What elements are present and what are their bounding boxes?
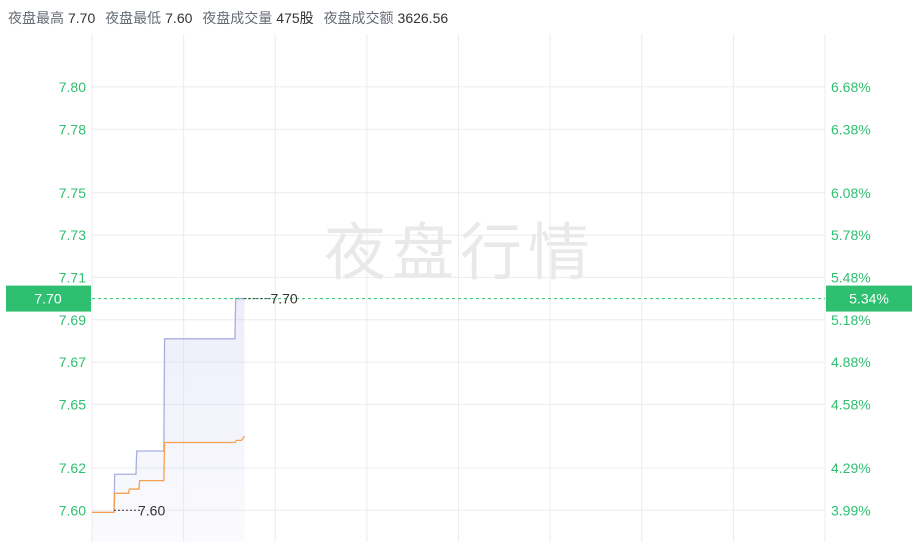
left-axis-tick-1: 7.78 [59,121,86,137]
right-axis-tick-0: 6.68% [831,79,871,95]
right-axis-tick-1: 6.38% [831,121,871,137]
right-axis-tick-7: 4.58% [831,396,871,412]
series-group [92,297,245,542]
left-axis-tick-4: 7.71 [59,269,86,285]
right-axis-tick-5: 5.18% [831,312,871,328]
right-axis-tick-8: 4.29% [831,460,871,476]
watermark-text: 夜盘行情 [324,216,596,289]
left-axis-tick-7: 7.65 [59,396,86,412]
intraday-chart[interactable]: 夜盘行情 7.80 7.78 7.75 7.73 7.71 7.69 7.67 7.65 7.6… [0,0,914,548]
low-annotation-label: 7.60 [138,502,165,518]
left-axis-tick-2: 7.75 [59,185,86,201]
current-price-tag-left-text: 7.70 [34,291,61,307]
left-axis-tick-8: 7.62 [59,460,86,476]
right-axis-tick-2: 6.08% [831,185,871,201]
right-axis-tick-3: 5.78% [831,227,871,243]
left-axis-tick-3: 7.73 [59,227,86,243]
right-axis-tick-9: 3.99% [831,502,871,518]
left-axis-tick-5: 7.69 [59,312,86,328]
right-axis-tick-6: 4.88% [831,354,871,370]
left-axis-tick-6: 7.67 [59,354,86,370]
current-change-tag-right-text: 5.34% [849,291,889,307]
left-axis-tick-0: 7.80 [59,79,86,95]
high-annotation-label: 7.70 [270,291,297,307]
right-axis-tick-4: 5.48% [831,269,871,285]
left-axis-tick-9: 7.60 [59,502,86,518]
